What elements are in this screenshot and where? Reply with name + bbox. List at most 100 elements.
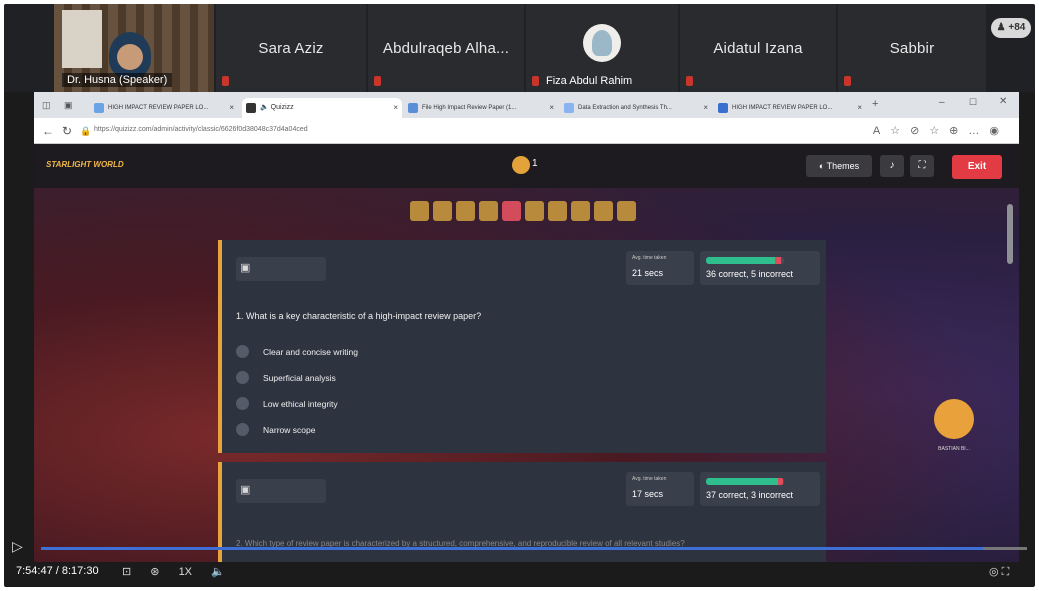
- close-tab-icon[interactable]: ×: [393, 98, 398, 118]
- question-pill[interactable]: [548, 201, 567, 221]
- question-pill[interactable]: [410, 201, 429, 221]
- fullscreen-icon[interactable]: ⛶: [1002, 566, 1010, 578]
- participant-tile[interactable]: Fiza Abdul Rahim: [526, 4, 678, 92]
- accuracy-bar-incorrect: [778, 478, 783, 485]
- close-window-icon[interactable]: ✕: [999, 96, 1007, 107]
- participant-tile[interactable]: Sabbir: [838, 4, 986, 92]
- participant-tile[interactable]: Sara Aziz: [216, 4, 366, 92]
- quizizz-icon: [246, 103, 256, 113]
- playback-progress-bar[interactable]: [41, 547, 983, 550]
- tab-bar: ◫ ▣ HIGH IMPACT REVIEW PAPER LO... × 🔈 Q…: [34, 92, 1019, 118]
- url-input[interactable]: https://quizizz.com/admin/activity/class…: [94, 126, 308, 133]
- theme-logo: STARLIGHT WORLD: [46, 160, 124, 169]
- close-tab-icon[interactable]: ×: [229, 98, 234, 118]
- character-name: BASTIAN BI...: [938, 446, 970, 452]
- settings-icon[interactable]: ⊛: [150, 566, 159, 578]
- volume-icon[interactable]: 🔈: [211, 566, 225, 578]
- question-pill[interactable]: [456, 201, 475, 221]
- participant-name: Sara Aziz: [258, 40, 324, 57]
- maximize-icon[interactable]: ☐: [969, 97, 977, 108]
- radio-icon: [236, 371, 249, 384]
- mic-muted-icon: [222, 76, 229, 86]
- close-tab-icon[interactable]: ×: [549, 98, 554, 118]
- quizizz-page: STARLIGHT WORLD 1 ◐ Themes ♪ ⛶ Exit Avg.…: [34, 144, 1019, 562]
- themes-button[interactable]: ◐ Themes: [806, 155, 872, 177]
- participant-name: Sabbir: [889, 40, 935, 57]
- more-participants-button[interactable]: ♟ +84: [991, 18, 1031, 38]
- question-pill[interactable]: [502, 201, 521, 221]
- player-buttons: ⊡ ⊛ 1X 🔈: [122, 565, 241, 578]
- tab-label: Quizizz: [270, 104, 294, 111]
- player-count: 1: [532, 158, 538, 169]
- participant-tile[interactable]: Abdulraqeb Alha...: [368, 4, 524, 92]
- question-pill[interactable]: [525, 201, 544, 221]
- mic-muted-icon: [844, 76, 851, 86]
- browser-toolbar-icons[interactable]: A☆⊘☆⊕…◉: [873, 124, 1009, 137]
- new-tab-button[interactable]: +: [872, 98, 878, 110]
- browser-window: ◫ ▣ HIGH IMPACT REVIEW PAPER LO... × 🔈 Q…: [34, 92, 1019, 562]
- mic-muted-icon: [532, 76, 539, 86]
- playback-remaining-bar[interactable]: [983, 547, 1027, 550]
- mic-muted-icon: [374, 76, 381, 86]
- exit-button[interactable]: Exit: [952, 155, 1002, 179]
- avg-time-label: Avg. time taken: [632, 255, 667, 261]
- speaker-tile[interactable]: Dr. Husna (Speaker): [54, 4, 214, 92]
- browser-tab[interactable]: Data Extraction and Synthesis Th... ×: [560, 98, 712, 118]
- tab-label: File High Impact Review Paper (1...: [422, 105, 517, 111]
- tab-label: HIGH IMPACT REVIEW PAPER LO...: [108, 105, 209, 111]
- browser-tab[interactable]: File High Impact Review Paper (1... ×: [404, 98, 558, 118]
- mic-muted-icon: [686, 76, 693, 86]
- avg-time-label: Avg. time taken: [632, 476, 667, 482]
- close-tab-icon[interactable]: ×: [857, 98, 862, 118]
- more-participants-count: +84: [1008, 22, 1026, 33]
- browser-tab[interactable]: HIGH IMPACT REVIEW PAPER LO... ×: [714, 98, 866, 118]
- doc-icon: [94, 103, 104, 113]
- back-icon[interactable]: ←: [42, 124, 54, 138]
- fullscreen-button[interactable]: ⛶: [910, 155, 934, 177]
- playback-time: 7:54:47 / 8:17:30: [16, 565, 99, 577]
- quiz-header: STARLIGHT WORLD 1 ◐ Themes ♪ ⛶ Exit: [34, 144, 1019, 188]
- question-type-badge: [236, 257, 326, 281]
- reload-icon[interactable]: ↻: [62, 124, 72, 138]
- doc-icon: [408, 103, 418, 113]
- participant-tile[interactable]: Aidatul Izana: [680, 4, 836, 92]
- browser-menu-icon[interactable]: ◫: [42, 100, 51, 111]
- pip-icon[interactable]: ◎: [989, 566, 999, 578]
- people-icon: ♟: [996, 22, 1006, 33]
- question-pill[interactable]: [571, 201, 590, 221]
- speaker-face: [117, 44, 143, 70]
- lock-icon: 🔒: [80, 126, 92, 136]
- option-text: Clear and concise writing: [263, 347, 358, 357]
- accuracy-bar: [706, 478, 784, 485]
- tab-list-icon[interactable]: ▣: [64, 100, 73, 111]
- game-character-icon: [934, 399, 974, 439]
- close-tab-icon[interactable]: ×: [703, 98, 708, 118]
- caption-icon[interactable]: ⊡: [122, 566, 131, 578]
- speaker-video-window: [62, 10, 102, 68]
- accuracy-bar-correct: [706, 478, 778, 485]
- accuracy-bar-correct: [706, 257, 775, 264]
- question-pill[interactable]: [479, 201, 498, 221]
- video-frame: Dr. Husna (Speaker) Sara Aziz Abdulraqeb…: [4, 4, 1035, 587]
- avg-time-box: Avg. time taken 21 secs: [626, 251, 694, 285]
- speed-button[interactable]: 1X: [179, 566, 192, 578]
- question-pill[interactable]: [433, 201, 452, 221]
- play-icon[interactable]: ▷: [12, 538, 23, 555]
- participant-name: Fiza Abdul Rahim: [546, 75, 633, 87]
- video-player-controls: ▷ 7:54:47 / 8:17:30 ⊡ ⊛ 1X 🔈 ◎ ⛶: [4, 534, 1035, 587]
- question-pill[interactable]: [594, 201, 613, 221]
- page-scrollbar[interactable]: [1007, 204, 1013, 264]
- avg-time-value: 17 secs: [632, 489, 664, 499]
- result-text: 36 correct, 5 incorrect: [706, 269, 794, 279]
- fullscreen-icon: ⛶: [918, 160, 926, 171]
- music-button[interactable]: ♪: [880, 155, 904, 177]
- question-pill[interactable]: [617, 201, 636, 221]
- tab-label: HIGH IMPACT REVIEW PAPER LO...: [732, 105, 833, 111]
- minimize-icon[interactable]: –: [939, 97, 945, 108]
- browser-tab-active[interactable]: 🔈 Quizizz ×: [242, 98, 402, 118]
- question-text: 1. What is a key characteristic of a hig…: [236, 311, 482, 321]
- option-text: Narrow scope: [263, 425, 316, 435]
- option-text: Superficial analysis: [263, 373, 336, 383]
- speaker-caption: Dr. Husna (Speaker): [62, 73, 173, 87]
- browser-tab[interactable]: HIGH IMPACT REVIEW PAPER LO... ×: [90, 98, 238, 118]
